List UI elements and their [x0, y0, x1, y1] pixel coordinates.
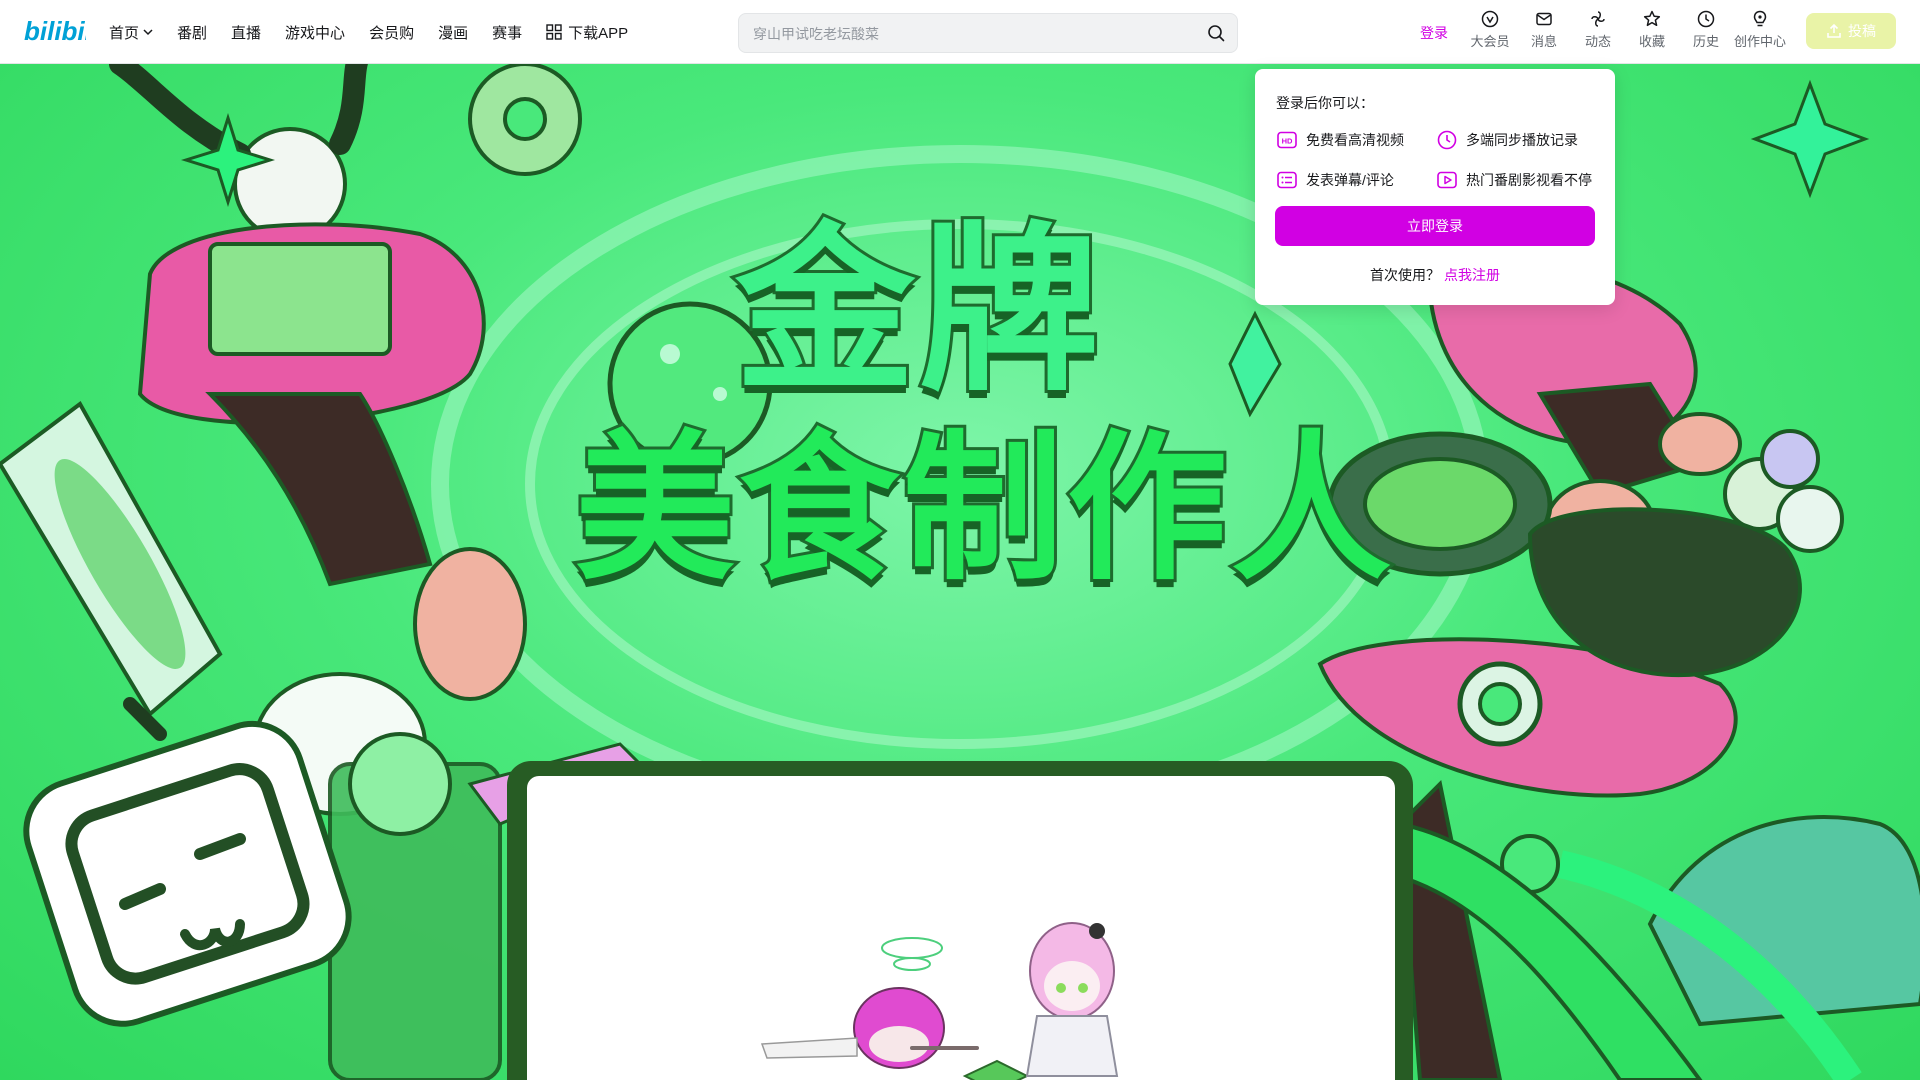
favorites-label: 收藏	[1638, 34, 1665, 49]
favorites-button[interactable]: 收藏	[1625, 9, 1679, 50]
creator-center-label: 创作中心	[1733, 34, 1786, 49]
nav-anime[interactable]: 番剧	[177, 22, 207, 43]
nav-member-shop[interactable]: 会员购	[369, 22, 414, 43]
creator-center-button[interactable]: 创作中心	[1733, 9, 1787, 50]
bulb-icon	[1753, 10, 1767, 27]
dynamics-label: 动态	[1584, 34, 1611, 49]
first-use-text: 首次使用？	[1370, 267, 1440, 283]
benefit-sync-history-label: 多端同步播放记录	[1466, 132, 1578, 148]
loading-characters-illustration	[760, 922, 1119, 1080]
search-bar	[738, 13, 1238, 53]
login-link[interactable]: 登录	[1420, 23, 1448, 43]
banner-title-line1: 金牌	[732, 207, 1104, 416]
search-input[interactable]	[751, 22, 1175, 46]
svg-text:HD: HD	[1282, 137, 1293, 146]
upload-label: 投稿	[1848, 23, 1876, 39]
vip-label: 大会员	[1470, 34, 1510, 49]
upload-icon	[1827, 23, 1841, 38]
login-popover-title: 登录后你可以：	[1276, 95, 1374, 111]
search-icon[interactable]	[1207, 24, 1225, 42]
play-icon	[1437, 171, 1457, 189]
hd-icon: HD	[1277, 131, 1297, 149]
benefit-hd-video: HD 免费看高清视频	[1276, 129, 1404, 151]
nav-download-app-label: 下载APP	[568, 24, 629, 42]
vip-button[interactable]: 大会员	[1463, 9, 1517, 50]
benefit-hd-video-label: 免费看高清视频	[1306, 132, 1404, 148]
video-frame-inner	[527, 776, 1395, 1080]
mail-icon	[1536, 12, 1552, 26]
nav-download-app[interactable]: 下载APP	[546, 22, 628, 43]
login-now-button[interactable]: 立即登录	[1275, 206, 1595, 246]
messages-label: 消息	[1530, 34, 1557, 49]
nav-esports[interactable]: 赛事	[492, 22, 522, 43]
vip-icon	[1481, 10, 1499, 28]
clock-icon	[1697, 10, 1715, 28]
nav-esports-label: 赛事	[492, 24, 523, 42]
nav-anime-label: 番剧	[177, 24, 208, 42]
benefit-danmaku-comments: 发表弹幕/评论	[1276, 169, 1394, 191]
star-icon	[1643, 10, 1661, 27]
main-nav: 首页 番剧 直播 游戏中心 会员购 漫画 赛事 下载APP	[109, 0, 652, 64]
nav-home-label: 首页	[109, 24, 140, 42]
clock-icon	[1437, 130, 1457, 150]
upload-button[interactable]: 投稿	[1806, 13, 1896, 49]
dynamics-button[interactable]: 动态	[1571, 9, 1625, 50]
banner-title-line2: 美食制作人	[572, 415, 1396, 602]
header-right-icons: 大会员 消息 动态 收藏 历史 创作中心	[1463, 9, 1787, 50]
nav-member-shop-label: 会员购	[369, 24, 415, 42]
app-grid-icon	[546, 24, 562, 40]
wind-icon	[1591, 11, 1605, 27]
bilibili-logo[interactable]: bilibili	[24, 14, 86, 48]
nav-game-center[interactable]: 游戏中心	[285, 22, 345, 43]
benefit-hot-anime-label: 热门番剧影视看不停	[1466, 172, 1592, 188]
register-link[interactable]: 点我注册	[1444, 267, 1500, 283]
history-label: 历史	[1692, 34, 1719, 49]
top-header: bilibili 首页 番剧 直播 游戏中心 会员购 漫画 赛事 下载APP	[0, 0, 1920, 64]
benefit-danmaku-comments-label: 发表弹幕/评论	[1306, 172, 1394, 188]
hero-banner[interactable]: 金牌 美食制作人	[0, 64, 1920, 1080]
benefit-sync-history: 多端同步播放记录	[1436, 129, 1578, 151]
nav-home[interactable]: 首页	[109, 22, 153, 43]
history-button[interactable]: 历史	[1679, 9, 1733, 50]
nav-live[interactable]: 直播	[231, 22, 261, 43]
nav-game-center-label: 游戏中心	[285, 24, 346, 42]
register-prompt: 首次使用？ 点我注册	[1255, 265, 1615, 285]
nav-live-label: 直播	[231, 24, 262, 42]
nav-manga-label: 漫画	[438, 24, 469, 42]
svg-text:bilibili: bilibili	[24, 16, 86, 46]
nav-manga[interactable]: 漫画	[438, 22, 468, 43]
danmaku-list-icon	[1277, 171, 1297, 189]
benefit-hot-anime: 热门番剧影视看不停	[1436, 169, 1592, 191]
messages-button[interactable]: 消息	[1517, 9, 1571, 50]
chevron-down-icon	[143, 29, 153, 36]
login-popover: 登录后你可以： HD 免费看高清视频 多端同步播放记录 发表弹幕/评论 热门番剧…	[1255, 69, 1615, 305]
